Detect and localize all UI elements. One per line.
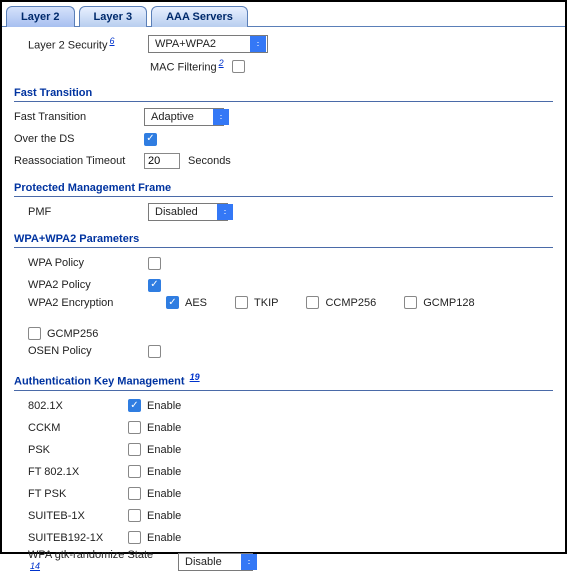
l2-security-select[interactable]: WPA+WPA2 [148, 35, 268, 53]
gtk-label: WPA gtk-randomize State14 [28, 549, 178, 577]
row-akm-ftpsk: FT PSK Enable [14, 483, 553, 505]
row-gtk-randomize: WPA gtk-randomize State14 Disable [14, 549, 553, 577]
enc-tkip-checkbox[interactable] [235, 296, 248, 309]
section-akm: Authentication Key Management 19 [14, 366, 553, 391]
wpa2-policy-label: WPA2 Policy [28, 279, 148, 291]
akm-cckm-label: CCKM [28, 422, 128, 434]
section-fast-transition: Fast Transition [14, 81, 553, 102]
akm-ftpsk-checkbox[interactable] [128, 487, 141, 500]
row-akm-cckm: CCKM Enable [14, 417, 553, 439]
footnote-6[interactable]: 6 [109, 36, 114, 46]
row-akm-psk: PSK Enable [14, 439, 553, 461]
wpa2-policy-checkbox[interactable] [148, 279, 161, 292]
footnote-2[interactable]: 2 [219, 58, 224, 68]
reassoc-unit: Seconds [188, 155, 231, 167]
mac-filtering-label: MAC Filtering2 [150, 58, 224, 74]
osen-checkbox[interactable] [148, 345, 161, 358]
wpa-policy-checkbox[interactable] [148, 257, 161, 270]
row-akm-ft8021x: FT 802.1X Enable [14, 461, 553, 483]
tab-content-layer2: Layer 2 Security6 WPA+WPA2 MAC Filtering… [2, 27, 565, 580]
gtk-select[interactable]: Disable [178, 553, 253, 571]
footnote-14[interactable]: 14 [30, 561, 40, 571]
enc-tkip-label: TKIP [254, 297, 278, 309]
osen-label: OSEN Policy [28, 345, 148, 357]
row-osen: OSEN Policy [14, 340, 553, 362]
row-reassoc: Reassociation Timeout Seconds [14, 150, 553, 172]
akm-ft8021x-checkbox[interactable] [128, 465, 141, 478]
row-wpa2-encryption: WPA2 Encryption AES TKIP CCMP256 GCMP128… [14, 296, 553, 340]
akm-8021x-checkbox[interactable] [128, 399, 141, 412]
wpa-policy-label: WPA Policy [28, 257, 148, 269]
dropdown-arrows-icon [217, 204, 233, 220]
akm-suiteb1921x-label: SUITEB192-1X [28, 532, 128, 544]
wpa2-enc-label: WPA2 Encryption [28, 297, 148, 309]
enable-label: Enable [147, 510, 181, 522]
reassoc-label: Reassociation Timeout [14, 155, 144, 167]
enable-label: Enable [147, 532, 181, 544]
akm-ft8021x-label: FT 802.1X [28, 466, 128, 478]
tab-bar: Layer 2 Layer 3 AAA Servers [2, 2, 565, 27]
config-panel: Layer 2 Layer 3 AAA Servers Layer 2 Secu… [0, 0, 567, 554]
row-over-ds: Over the DS [14, 128, 553, 150]
dropdown-arrows-icon [241, 554, 257, 570]
row-akm-suiteb1x: SUITEB-1X Enable [14, 505, 553, 527]
akm-suiteb1x-checkbox[interactable] [128, 509, 141, 522]
row-mac-filtering: MAC Filtering2 [14, 55, 553, 77]
enable-label: Enable [147, 444, 181, 456]
akm-suiteb1921x-checkbox[interactable] [128, 531, 141, 544]
tab-aaa-servers[interactable]: AAA Servers [151, 6, 248, 27]
row-ft: Fast Transition Adaptive [14, 106, 553, 128]
akm-cckm-checkbox[interactable] [128, 421, 141, 434]
pmf-value: Disabled [149, 206, 204, 218]
enc-ccmp256-label: CCMP256 [325, 297, 376, 309]
enc-ccmp256-checkbox[interactable] [306, 296, 319, 309]
l2-security-value: WPA+WPA2 [149, 38, 222, 50]
pmf-label: PMF [28, 206, 148, 218]
row-pmf: PMF Disabled [14, 201, 553, 223]
enc-aes-label: AES [185, 297, 207, 309]
enable-label: Enable [147, 466, 181, 478]
row-wpa2-policy: WPA2 Policy [14, 274, 553, 296]
pmf-select[interactable]: Disabled [148, 203, 228, 221]
ft-select[interactable]: Adaptive [144, 108, 224, 126]
enable-label: Enable [147, 488, 181, 500]
akm-suiteb1x-label: SUITEB-1X [28, 510, 128, 522]
ft-value: Adaptive [145, 111, 200, 123]
ft-label: Fast Transition [14, 111, 144, 123]
enc-gcmp256-checkbox[interactable] [28, 327, 41, 340]
enc-aes-checkbox[interactable] [166, 296, 179, 309]
section-pmf: Protected Management Frame [14, 176, 553, 197]
enc-gcmp128-checkbox[interactable] [404, 296, 417, 309]
enc-gcmp256-label: GCMP256 [47, 328, 98, 340]
dropdown-arrows-icon [213, 109, 229, 125]
gtk-value: Disable [179, 556, 228, 568]
akm-8021x-label: 802.1X [28, 400, 128, 412]
footnote-19[interactable]: 19 [190, 372, 200, 382]
row-l2-security: Layer 2 Security6 WPA+WPA2 [14, 33, 553, 55]
l2-security-label: Layer 2 Security6 [28, 36, 148, 52]
over-ds-label: Over the DS [14, 133, 144, 145]
mac-filtering-checkbox[interactable] [232, 60, 245, 73]
over-ds-checkbox[interactable] [144, 133, 157, 146]
enable-label: Enable [147, 422, 181, 434]
akm-psk-label: PSK [28, 444, 128, 456]
row-wpa-policy: WPA Policy [14, 252, 553, 274]
reassoc-input[interactable] [144, 153, 180, 169]
dropdown-arrows-icon [250, 36, 266, 52]
row-akm-suiteb1921x: SUITEB192-1X Enable [14, 527, 553, 549]
section-wpa-params: WPA+WPA2 Parameters [14, 227, 553, 248]
enable-label: Enable [147, 400, 181, 412]
tab-layer3[interactable]: Layer 3 [79, 6, 148, 27]
akm-ftpsk-label: FT PSK [28, 488, 128, 500]
tab-layer2[interactable]: Layer 2 [6, 6, 75, 27]
row-akm-8021x: 802.1X Enable [14, 395, 553, 417]
akm-list: 802.1X Enable CCKM Enable PSK Enable FT … [14, 395, 553, 549]
enc-gcmp128-label: GCMP128 [423, 297, 474, 309]
akm-psk-checkbox[interactable] [128, 443, 141, 456]
